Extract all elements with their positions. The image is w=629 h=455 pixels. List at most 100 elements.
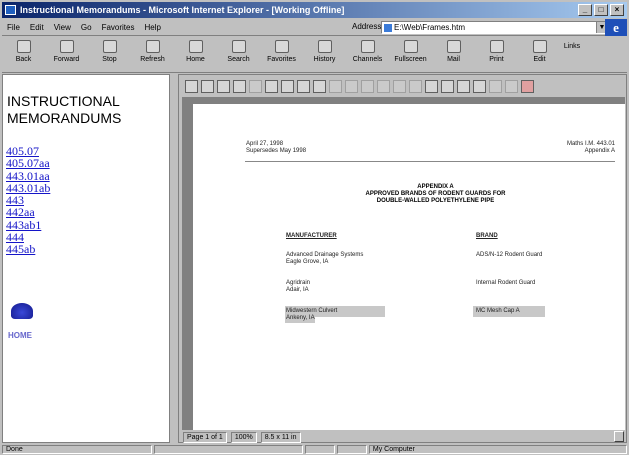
zoom-indicator[interactable]: 100% bbox=[230, 432, 257, 443]
ie-logo-icon: e bbox=[605, 19, 627, 36]
back-label: Back bbox=[15, 56, 32, 63]
browser-window: Instructional Memorandums - Microsoft In… bbox=[0, 0, 629, 455]
zoom-out-icon[interactable] bbox=[297, 79, 310, 93]
address-input[interactable]: E:\Web\Frames.htm ▼ bbox=[381, 21, 608, 34]
print-button[interactable]: Print bbox=[475, 37, 518, 71]
nav-link[interactable]: 443ab1 bbox=[6, 218, 126, 231]
channels-icon bbox=[360, 40, 375, 53]
go-back-icon[interactable] bbox=[393, 79, 406, 93]
stop-icon bbox=[102, 40, 117, 53]
history-label: History bbox=[313, 56, 336, 63]
hand-tool-icon[interactable] bbox=[265, 79, 278, 93]
home-button[interactable]: Home bbox=[174, 37, 217, 71]
last-page-icon[interactable] bbox=[377, 79, 390, 93]
ref-line-2: Appendix A bbox=[584, 148, 615, 154]
ie-window-icon bbox=[5, 5, 16, 15]
minimize-button[interactable]: _ bbox=[578, 4, 592, 16]
search-label: Search bbox=[227, 56, 250, 63]
memo-link-list: 405.07 405.07aa 443.01aa 443.01ab 443 44… bbox=[6, 145, 126, 256]
brand-header: BRAND bbox=[476, 233, 498, 239]
scroll-right-button[interactable] bbox=[614, 431, 624, 442]
info-icon[interactable] bbox=[505, 79, 518, 93]
next-page-icon[interactable] bbox=[361, 79, 374, 93]
forward-label: Forward bbox=[53, 56, 80, 63]
maximize-button[interactable]: □ bbox=[594, 4, 608, 16]
document-area[interactable]: April 27, 1998 Supersedes May 1998 Maths… bbox=[182, 97, 625, 430]
mail-button[interactable]: Mail bbox=[432, 37, 475, 71]
menu-bar: File Edit View Go Favorites Help Address… bbox=[2, 19, 627, 36]
open-icon[interactable] bbox=[185, 79, 198, 93]
menu-favorites[interactable]: Favorites bbox=[97, 23, 140, 32]
print-pdf-icon[interactable] bbox=[201, 79, 214, 93]
history-icon bbox=[317, 40, 332, 53]
edit-icon bbox=[532, 40, 547, 53]
manufacturer-header: MANUFACTURER bbox=[286, 233, 337, 239]
home-link[interactable]: HOME bbox=[8, 331, 32, 340]
header-rule bbox=[245, 161, 615, 162]
channels-label: Channels bbox=[352, 56, 383, 63]
find-again-icon[interactable] bbox=[489, 79, 502, 93]
pdf-toolbar bbox=[179, 75, 628, 97]
menu-help[interactable]: Help bbox=[139, 23, 165, 32]
channels-button[interactable]: Channels bbox=[346, 37, 389, 71]
nav-link[interactable]: 443.01ab bbox=[6, 182, 126, 195]
menu-file[interactable]: File bbox=[2, 23, 25, 32]
refresh-button[interactable]: Refresh bbox=[131, 37, 174, 71]
thumbnails-icon[interactable] bbox=[249, 79, 262, 93]
back-button[interactable]: Back bbox=[2, 37, 45, 71]
appendix-subtitle-1: APPROVED BRANDS OF RODENT GUARDS FOR bbox=[365, 191, 506, 197]
go-forward-icon[interactable] bbox=[409, 79, 422, 93]
prev-page-icon[interactable] bbox=[345, 79, 358, 93]
fullscreen-button[interactable]: Fullscreen bbox=[389, 37, 432, 71]
search-button[interactable]: Search bbox=[217, 37, 260, 71]
menu-view[interactable]: View bbox=[49, 23, 76, 32]
standard-toolbar: Back Forward Stop Refresh Home Search Fa… bbox=[2, 37, 627, 73]
status-text: Done bbox=[2, 445, 152, 454]
window-title: Instructional Memorandums - Microsoft In… bbox=[20, 5, 345, 15]
back-arrow-icon bbox=[16, 40, 31, 53]
edit-button[interactable]: Edit bbox=[518, 37, 561, 71]
status-panel bbox=[336, 445, 367, 454]
fit-page-icon[interactable] bbox=[441, 79, 454, 93]
bookmarks-icon[interactable] bbox=[233, 79, 246, 93]
first-page-icon[interactable] bbox=[329, 79, 342, 93]
date-line-1: April 27, 1998 bbox=[246, 141, 284, 147]
menu-edit[interactable]: Edit bbox=[25, 23, 49, 32]
fit-width-icon[interactable] bbox=[457, 79, 470, 93]
pdf-status-bar: Page 1 of 1 100% 8.5 x 11 in bbox=[179, 431, 628, 444]
row-1-manufacturer: Advanced Drainage Systems bbox=[286, 252, 364, 258]
nav-link[interactable]: 445ab bbox=[6, 243, 126, 256]
acrobat-icon[interactable] bbox=[521, 79, 534, 93]
row-3-brand: MC Mesh Cap A bbox=[476, 308, 520, 314]
address-label: Address bbox=[352, 22, 382, 31]
page-indicator[interactable]: Page 1 of 1 bbox=[183, 432, 227, 443]
refresh-icon bbox=[145, 40, 160, 53]
nav-link[interactable]: 405.07aa bbox=[6, 157, 126, 170]
row-3-manufacturer: Midwestern Culvert bbox=[286, 308, 338, 314]
forward-button[interactable]: Forward bbox=[45, 37, 88, 71]
favorites-button[interactable]: Favorites bbox=[260, 37, 303, 71]
nav-link[interactable]: 442aa bbox=[6, 206, 126, 219]
actual-size-icon[interactable] bbox=[425, 79, 438, 93]
history-button[interactable]: History bbox=[303, 37, 346, 71]
page-size-indicator[interactable]: 8.5 x 11 in bbox=[260, 432, 301, 443]
page-only-icon[interactable] bbox=[217, 79, 230, 93]
zoom-in-icon[interactable] bbox=[281, 79, 294, 93]
refresh-label: Refresh bbox=[140, 56, 165, 63]
status-progress bbox=[153, 445, 304, 454]
row-3-location: Ankeny, IA bbox=[286, 315, 315, 321]
select-text-icon[interactable] bbox=[313, 79, 326, 93]
title-bar: Instructional Memorandums - Microsoft In… bbox=[2, 2, 627, 18]
close-button[interactable]: × bbox=[610, 4, 624, 16]
row-2-brand: Internal Rodent Guard bbox=[476, 280, 536, 286]
menu-go[interactable]: Go bbox=[76, 23, 97, 32]
stop-button[interactable]: Stop bbox=[88, 37, 131, 71]
home-dome-icon[interactable] bbox=[11, 303, 33, 319]
links-button[interactable]: Links bbox=[561, 37, 583, 71]
favorites-label: Favorites bbox=[267, 56, 296, 63]
pdf-viewer-frame: April 27, 1998 Supersedes May 1998 Maths… bbox=[178, 74, 627, 443]
edit-label: Edit bbox=[533, 56, 546, 63]
page-icon bbox=[384, 24, 392, 32]
find-icon[interactable] bbox=[473, 79, 486, 93]
mail-label: Mail bbox=[447, 56, 460, 63]
